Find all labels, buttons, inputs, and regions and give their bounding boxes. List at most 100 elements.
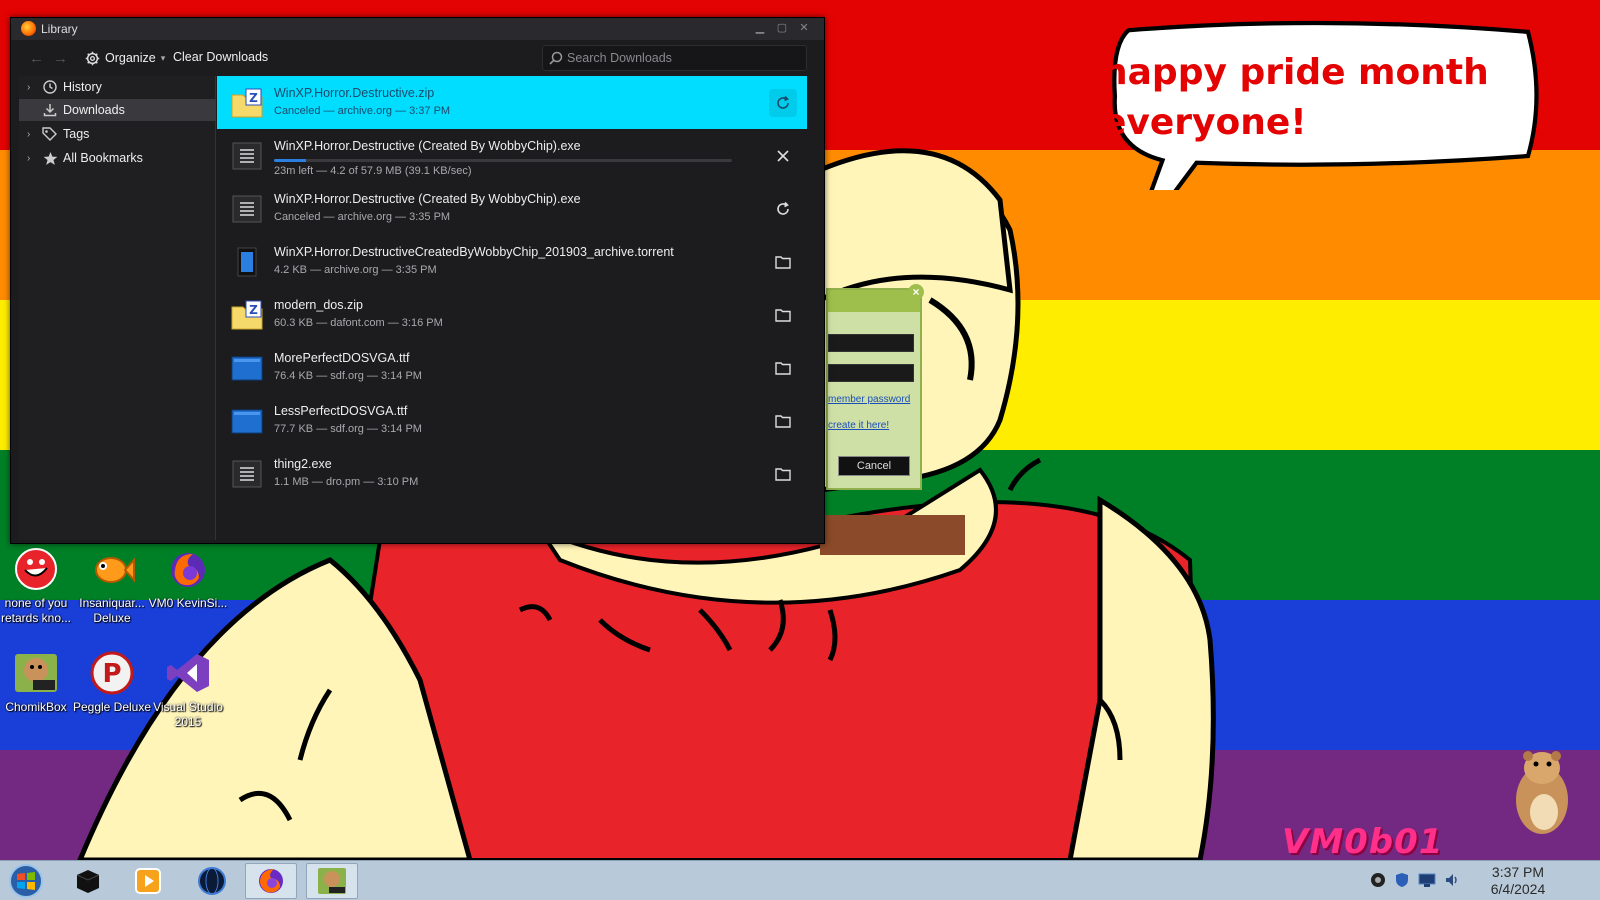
desktop-icon-chomikbox[interactable]: ChomikBox — [0, 650, 76, 715]
sidebar-item-label: Downloads — [63, 103, 125, 117]
sidebar-item-label: All Bookmarks — [63, 151, 143, 165]
folder-icon — [775, 468, 791, 481]
sidebar-item-all-bookmarks[interactable]: › All Bookmarks — [19, 147, 216, 169]
organize-button[interactable]: Organize ▾ — [85, 48, 165, 68]
download-status: 1.1 MB — dro.pm — 3:10 PM — [274, 476, 419, 488]
taskbar-app-chomikbox[interactable] — [306, 863, 358, 899]
dialog-titlebar — [828, 290, 920, 312]
goldfish-icon — [95, 557, 135, 583]
cancel-button[interactable]: Cancel — [838, 456, 910, 476]
folder-icon — [775, 309, 791, 322]
sidebar-item-label: Tags — [63, 127, 90, 141]
download-name: thing2.exe — [274, 457, 332, 471]
forward-arrow-icon[interactable]: → — [53, 50, 68, 67]
desktop-icon-visual-studio[interactable]: Visual Studio 2015 — [148, 650, 228, 730]
download-name: WinXP.Horror.Destructive.zip — [274, 86, 435, 100]
svg-text:P: P — [102, 659, 121, 689]
taskbar: 3:37 PM 6/4/2024 — [0, 860, 1600, 900]
download-status: 76.4 KB — sdf.org — 3:14 PM — [274, 370, 422, 382]
back-arrow-icon[interactable]: ← — [29, 50, 44, 67]
desktop-icon-insaniquarium[interactable]: Insaniquar... Deluxe — [72, 546, 152, 626]
taskbar-clock[interactable]: 3:37 PM 6/4/2024 — [1478, 864, 1558, 898]
show-in-folder-button[interactable] — [769, 460, 797, 488]
font-file-icon — [231, 409, 263, 434]
retry-button[interactable] — [769, 89, 797, 117]
folder-icon — [775, 415, 791, 428]
chevron-right-icon[interactable]: › — [27, 82, 41, 93]
download-item[interactable]: thing2.exe 1.1 MB — dro.pm — 3:10 PM — [217, 447, 807, 500]
download-name: MorePerfectDOSVGA.ttf — [274, 351, 410, 365]
taskbar-app-black-cube[interactable] — [62, 863, 114, 899]
exe-file-icon — [232, 460, 262, 488]
library-sidebar: › History Downloads › Tags › All Bookmar… — [19, 76, 216, 540]
taskbar-app-media-player[interactable] — [122, 863, 174, 899]
show-in-folder-button[interactable] — [769, 248, 797, 276]
network-icon[interactable] — [1418, 872, 1436, 888]
desktop-icon-label: none of you retards kno... — [0, 596, 72, 625]
search-box[interactable] — [542, 45, 807, 71]
gear-icon — [85, 51, 100, 65]
sidebar-item-tags[interactable]: › Tags — [19, 123, 216, 145]
chevron-down-icon: ▾ — [160, 52, 166, 63]
remember-password-link[interactable]: member password — [828, 394, 918, 405]
close-icon[interactable]: ✕ — [796, 21, 812, 35]
download-item[interactable]: MorePerfectDOSVGA.ttf 76.4 KB — sdf.org … — [217, 341, 807, 394]
download-item[interactable]: Z WinXP.Horror.Destructive.zip Canceled … — [217, 76, 807, 129]
folder-icon — [775, 362, 791, 375]
start-orb-icon[interactable] — [6, 862, 46, 900]
download-status: 4.2 KB — archive.org — 3:35 PM — [274, 264, 437, 276]
sidebar-item-downloads[interactable]: Downloads — [19, 99, 216, 121]
username-field[interactable] — [828, 334, 914, 352]
download-item[interactable]: WinXP.Horror.Destructive (Created By Wob… — [217, 129, 807, 182]
desktop-icon-vm0-kevinsi[interactable]: VM0 KevinSi... — [148, 546, 228, 611]
download-item[interactable]: Z modern_dos.zip 60.3 KB — dafont.com — … — [217, 288, 807, 341]
taskbar-app-firefox[interactable] — [245, 863, 297, 899]
download-item[interactable]: WinXP.Horror.Destructive (Created By Wob… — [217, 182, 807, 235]
clock-date: 6/4/2024 — [1490, 881, 1546, 897]
download-status: 77.7 KB — sdf.org — 3:14 PM — [274, 423, 422, 435]
create-account-link[interactable]: create it here! — [828, 420, 918, 431]
download-name: WinXP.Horror.DestructiveCreatedByWobbyCh… — [274, 245, 674, 259]
download-item[interactable]: WinXP.Horror.DestructiveCreatedByWobbyCh… — [217, 235, 807, 288]
download-status: Canceled — archive.org — 3:37 PM — [274, 105, 451, 117]
close-icon[interactable]: × — [908, 284, 924, 300]
download-status: Canceled — archive.org — 3:35 PM — [274, 211, 451, 223]
chevron-right-icon[interactable]: › — [27, 129, 41, 140]
password-field[interactable] — [828, 364, 914, 382]
star-icon — [41, 149, 59, 167]
maximize-icon[interactable]: ▢ — [774, 21, 790, 35]
shield-icon[interactable] — [1394, 872, 1410, 888]
desktop-icon-none-of-you[interactable]: none of you retards kno... — [0, 546, 76, 626]
clock-icon — [41, 78, 59, 96]
organize-label: Organize — [105, 51, 156, 65]
download-item[interactable]: LessPerfectDOSVGA.ttf 77.7 KB — sdf.org … — [217, 394, 807, 447]
show-in-folder-button[interactable] — [769, 407, 797, 435]
speech-text: happy pride month everyone! — [1102, 52, 1489, 143]
taskbar-app-globe[interactable] — [186, 863, 238, 899]
desktop-icon-label: Visual Studio 2015 — [153, 700, 223, 729]
download-name: WinXP.Horror.Destructive (Created By Wob… — [274, 139, 581, 153]
chevron-right-icon[interactable]: › — [27, 153, 41, 164]
library-window: Library ▁ ▢ ✕ ← → Organize ▾ Clear Downl… — [10, 17, 825, 544]
cancel-download-button[interactable] — [769, 142, 797, 170]
desktop-icon-label: Insaniquar... Deluxe — [79, 596, 145, 625]
black-cube-icon — [76, 870, 100, 893]
retry-icon — [777, 201, 789, 215]
window-titlebar[interactable]: Library ▁ ▢ ✕ — [11, 18, 824, 40]
desktop-icon-peggle-deluxe[interactable]: P Peggle Deluxe — [72, 650, 152, 715]
search-input[interactable] — [567, 49, 797, 67]
show-in-folder-button[interactable] — [769, 354, 797, 382]
visual-studio-icon — [167, 654, 209, 692]
retry-button[interactable] — [769, 195, 797, 223]
sidebar-item-history[interactable]: › History — [19, 76, 216, 98]
clock-time: 3:37 PM — [1491, 864, 1545, 880]
clear-downloads-button[interactable]: Clear Downloads — [173, 50, 268, 64]
system-tray — [1370, 872, 1460, 888]
speaker-icon[interactable] — [1444, 872, 1460, 888]
tray-app-icon[interactable] — [1370, 872, 1386, 888]
minimize-icon[interactable]: ▁ — [752, 21, 768, 35]
show-in-folder-button[interactable] — [769, 301, 797, 329]
download-name: WinXP.Horror.Destructive (Created By Wob… — [274, 192, 581, 206]
search-icon — [549, 51, 563, 65]
sidebar-item-label: History — [63, 80, 102, 94]
